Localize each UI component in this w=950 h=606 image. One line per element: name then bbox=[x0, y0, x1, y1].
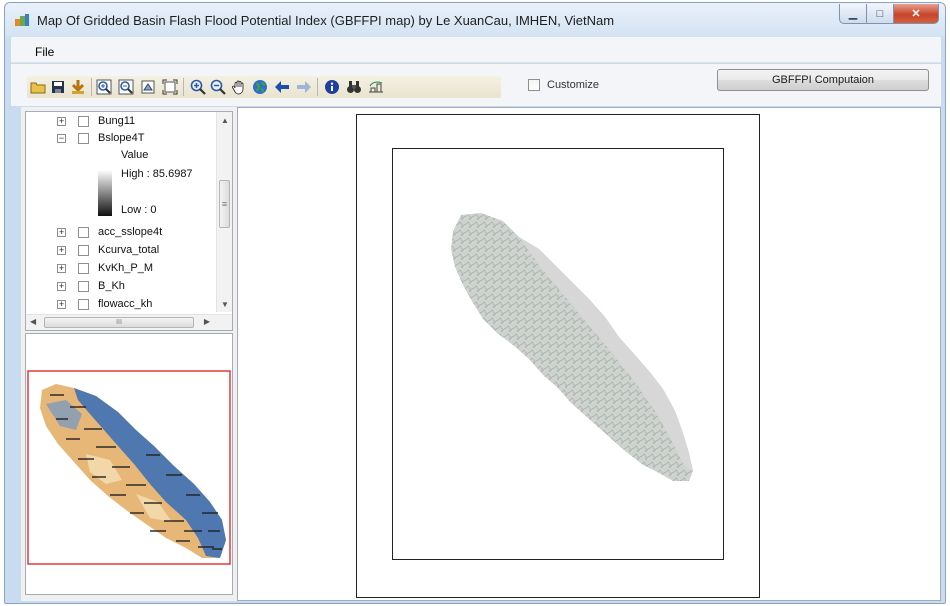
zoom-in-box-icon[interactable] bbox=[95, 78, 113, 96]
map-frame bbox=[392, 148, 724, 560]
overview-map[interactable] bbox=[25, 333, 233, 595]
layer-name: flowacc_kh bbox=[98, 298, 153, 310]
layer-name: Kcurva_total bbox=[98, 244, 160, 256]
zoom-out-box-icon[interactable] bbox=[117, 78, 135, 96]
layer-name: B_Kh bbox=[98, 280, 125, 292]
toc-vertical-scrollbar[interactable]: ▲ ≡ ▼ bbox=[216, 112, 232, 312]
customize-option[interactable]: Customize bbox=[528, 79, 599, 91]
layer-checkbox[interactable] bbox=[78, 299, 89, 310]
save-icon[interactable] bbox=[49, 78, 67, 96]
window-title: Map Of Gridded Basin Flash Flood Potenti… bbox=[37, 13, 615, 28]
zoom-out-icon[interactable] bbox=[209, 78, 227, 96]
window-controls: ▁ □ ✕ bbox=[839, 4, 939, 24]
legend-value-label: Value bbox=[121, 149, 149, 161]
basin-terrain-shape bbox=[451, 213, 693, 481]
layer-checkbox[interactable] bbox=[78, 227, 89, 238]
layer-checkbox[interactable] bbox=[78, 281, 89, 292]
layer-name: acc_sslope4t bbox=[98, 226, 163, 238]
overview-map-image bbox=[27, 370, 231, 565]
app-map-icon bbox=[15, 14, 29, 26]
map-view[interactable] bbox=[237, 107, 941, 601]
layer-checkbox[interactable] bbox=[78, 245, 89, 256]
find-binoculars-icon[interactable] bbox=[345, 78, 363, 96]
layer-name: Bslope4T bbox=[98, 132, 145, 144]
globe-icon[interactable] bbox=[251, 78, 269, 96]
toolbar-separator bbox=[91, 78, 92, 96]
hscroll-thumb[interactable]: III bbox=[44, 317, 194, 328]
layer-name: Bung11 bbox=[98, 115, 136, 127]
scroll-up-icon[interactable]: ▲ bbox=[221, 116, 229, 125]
menu-bar: File bbox=[11, 37, 941, 63]
title-bar[interactable]: Map Of Gridded Basin Flash Flood Potenti… bbox=[5, 3, 945, 37]
expand-icon[interactable]: + bbox=[57, 117, 66, 126]
zoom-to-layer-icon[interactable] bbox=[139, 78, 157, 96]
app-window: Map Of Gridded Basin Flash Flood Potenti… bbox=[4, 2, 946, 604]
layer-checkbox[interactable] bbox=[78, 263, 89, 274]
toolbar-separator bbox=[317, 78, 318, 96]
open-folder-icon[interactable] bbox=[29, 78, 47, 96]
maximize-button[interactable]: □ bbox=[867, 4, 894, 24]
back-arrow-icon[interactable] bbox=[273, 78, 291, 96]
legend-high-label: High : 85.6987 bbox=[121, 168, 193, 180]
customize-label: Customize bbox=[547, 79, 599, 91]
add-data-icon[interactable] bbox=[69, 78, 87, 96]
expand-icon[interactable]: + bbox=[57, 246, 66, 255]
layer-table-of-contents: + Bung11 − Bslope4T Value High : 85.6987… bbox=[25, 111, 233, 331]
layer-checkbox[interactable] bbox=[78, 133, 89, 144]
pan-hand-icon[interactable] bbox=[230, 78, 248, 96]
close-button[interactable]: ✕ bbox=[894, 4, 939, 24]
full-extent-icon[interactable] bbox=[161, 78, 179, 96]
toolbar-separator bbox=[183, 78, 184, 96]
toc-horizontal-scrollbar[interactable]: ◀ III ▶ bbox=[26, 314, 232, 330]
expand-icon[interactable]: + bbox=[57, 282, 66, 291]
zoom-in-icon[interactable] bbox=[189, 78, 207, 96]
expand-icon[interactable]: + bbox=[57, 300, 66, 309]
expand-icon[interactable]: + bbox=[57, 264, 66, 273]
scroll-thumb[interactable]: ≡ bbox=[219, 180, 230, 228]
scroll-right-icon[interactable]: ▶ bbox=[204, 317, 210, 326]
scroll-left-icon[interactable]: ◀ bbox=[30, 317, 36, 326]
legend-low-label: Low : 0 bbox=[121, 204, 157, 216]
expand-icon[interactable]: + bbox=[57, 228, 66, 237]
minimize-button[interactable]: ▁ bbox=[839, 4, 867, 24]
gbffpi-computation-button[interactable]: GBFFPI Computaion bbox=[717, 69, 929, 91]
legend-gradient-ramp bbox=[98, 170, 112, 216]
collapse-icon[interactable]: − bbox=[57, 134, 66, 143]
menu-file[interactable]: File bbox=[35, 45, 54, 59]
layout-page-frame bbox=[356, 114, 760, 598]
scroll-down-icon[interactable]: ▼ bbox=[221, 300, 229, 309]
left-pane: + Bung11 − Bslope4T Value High : 85.6987… bbox=[21, 107, 237, 601]
measure-icon[interactable] bbox=[367, 78, 385, 96]
basin-map-image bbox=[451, 213, 693, 481]
layer-name: KvKh_P_M bbox=[98, 262, 154, 274]
forward-arrow-icon[interactable] bbox=[295, 78, 313, 96]
customize-checkbox[interactable] bbox=[528, 79, 540, 91]
identify-icon[interactable] bbox=[323, 78, 341, 96]
layer-checkbox[interactable] bbox=[78, 116, 89, 127]
